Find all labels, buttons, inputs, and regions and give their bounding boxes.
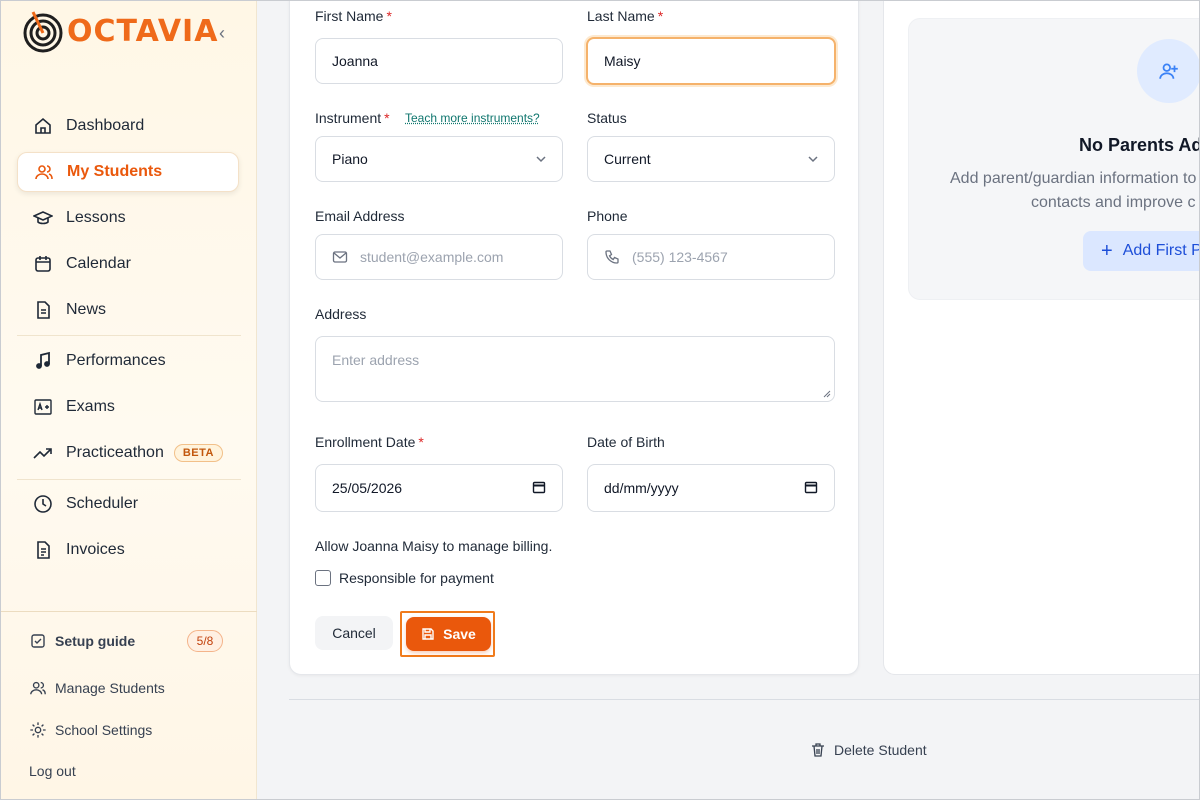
enrollment-date-input[interactable]: 25/05/2026 [315, 464, 563, 512]
date-of-birth-input[interactable]: dd/mm/yyyy [587, 464, 835, 512]
school-settings-label: School Settings [55, 722, 153, 738]
checkbox-checked-icon [29, 632, 47, 650]
add-user-icon [1137, 39, 1199, 103]
address-label: Address [315, 306, 367, 322]
sidebar-item-performances[interactable]: Performances [17, 341, 239, 381]
sidebar-item-news[interactable]: News [17, 290, 239, 330]
setup-guide-label: Setup guide [55, 633, 136, 649]
sidebar: OCTAVIA ‹ Dashboard My Students Lessons [1, 1, 257, 799]
clock-icon [33, 494, 53, 514]
manage-students-link[interactable]: Manage Students [29, 679, 165, 697]
sidebar-item-label: Invoices [66, 541, 125, 558]
document-icon [33, 300, 53, 320]
student-edit-form: First Name * Last Name * Joanna Maisy Inst… [289, 1, 859, 675]
billing-permission-text: Allow Joanna Maisy to manage billing. [315, 538, 553, 554]
sidebar-item-label: Lessons [66, 209, 126, 226]
parents-panel: No Parents Added Add parent/guardian inf… [883, 1, 1200, 675]
calendar-icon[interactable] [804, 480, 818, 494]
date-of-birth-label: Date of Birth [587, 434, 665, 450]
resize-handle-icon[interactable] [823, 390, 831, 398]
trend-up-icon [33, 443, 53, 463]
sidebar-bottom-divider [1, 611, 257, 612]
setup-guide-link[interactable]: Setup guide [29, 632, 135, 650]
add-first-parent-button[interactable]: + Add First Parent [1083, 231, 1199, 271]
sidebar-divider [17, 479, 241, 480]
sidebar-item-label: Calendar [66, 255, 131, 272]
sidebar-item-lessons[interactable]: Lessons [17, 198, 239, 238]
phone-input[interactable]: (555) 123-4567 [587, 234, 835, 280]
app-window: OCTAVIA ‹ Dashboard My Students Lessons [0, 0, 1200, 800]
users-icon [29, 679, 47, 697]
first-name-input[interactable]: Joanna [315, 38, 563, 84]
brand-logo[interactable]: OCTAVIA [21, 9, 218, 53]
responsible-for-payment-checkbox[interactable] [315, 570, 331, 586]
cancel-button[interactable]: Cancel [315, 616, 393, 650]
brand-name: OCTAVIA [67, 13, 219, 49]
calendar-icon [33, 254, 53, 274]
sidebar-item-label: Practiceathon [66, 444, 164, 461]
responsible-for-payment-label[interactable]: Responsible for payment [339, 570, 494, 586]
save-icon [421, 627, 435, 641]
chevron-down-icon [536, 156, 546, 163]
chevron-down-icon [808, 156, 818, 163]
delete-student-button[interactable]: Delete Student [811, 742, 927, 758]
chevron-left-icon: ‹ [219, 22, 225, 43]
logout-link[interactable]: Log out [29, 763, 76, 779]
sidebar-item-practiceathon[interactable]: Practiceathon BETA [17, 433, 239, 473]
school-settings-link[interactable]: School Settings [29, 721, 152, 739]
sidebar-item-dashboard[interactable]: Dashboard [17, 106, 239, 146]
last-name-input[interactable]: Maisy [586, 37, 836, 85]
last-name-label: Last Name * [587, 8, 664, 24]
phone-label: Phone [587, 208, 628, 224]
logout-label: Log out [29, 763, 76, 779]
mail-icon [332, 249, 348, 265]
invoice-icon [33, 540, 53, 560]
save-button-highlight: Save [400, 611, 495, 657]
setup-progress-badge: 5/8 [187, 630, 223, 652]
trash-icon [812, 743, 824, 757]
plus-icon: + [1101, 239, 1113, 262]
home-icon [33, 116, 53, 136]
calendar-icon[interactable] [532, 480, 546, 494]
no-parents-description: contacts and improve c [1031, 194, 1196, 211]
music-note-icon [33, 351, 53, 371]
sidebar-item-invoices[interactable]: Invoices [17, 530, 239, 570]
email-label: Email Address [315, 208, 405, 224]
sidebar-item-scheduler[interactable]: Scheduler [17, 484, 239, 524]
address-textarea[interactable]: Enter address [315, 336, 835, 402]
footer-divider [289, 699, 1199, 700]
beta-badge: BETA [173, 444, 223, 462]
gear-icon [29, 721, 47, 739]
collapse-sidebar-button[interactable]: ‹ [213, 23, 231, 43]
sidebar-item-label: Scheduler [66, 495, 139, 512]
sidebar-item-label: Dashboard [66, 117, 145, 134]
teach-more-instruments-link[interactable]: Teach more instruments? [405, 111, 540, 125]
sidebar-divider [17, 335, 241, 336]
instrument-label: Instrument * [315, 110, 390, 126]
graduation-cap-icon [33, 208, 53, 228]
grade-icon [33, 397, 53, 417]
sidebar-item-exams[interactable]: Exams [17, 387, 239, 427]
phone-icon [604, 249, 620, 265]
manage-students-label: Manage Students [55, 680, 165, 696]
email-input[interactable]: student@example.com [315, 234, 563, 280]
no-parents-description: Add parent/guardian information to [950, 170, 1197, 187]
enrollment-date-label: Enrollment Date * [315, 434, 424, 450]
sidebar-item-label: News [66, 301, 107, 318]
sidebar-item-label: Performances [66, 352, 166, 369]
octavia-logo-icon [21, 9, 65, 53]
no-parents-empty-state: No Parents Added Add parent/guardian inf… [908, 18, 1200, 300]
sidebar-item-calendar[interactable]: Calendar [17, 244, 239, 284]
status-label: Status [587, 110, 627, 126]
status-select[interactable]: Current [587, 136, 835, 182]
sidebar-item-label: Exams [66, 398, 115, 415]
save-button[interactable]: Save [406, 617, 491, 651]
instrument-select[interactable]: Piano [315, 136, 563, 182]
users-icon [34, 162, 54, 182]
no-parents-title: No Parents Added [1079, 135, 1200, 155]
first-name-label: First Name * [315, 8, 392, 24]
sidebar-item-my-students[interactable]: My Students [17, 152, 239, 192]
sidebar-item-label: My Students [67, 163, 163, 180]
